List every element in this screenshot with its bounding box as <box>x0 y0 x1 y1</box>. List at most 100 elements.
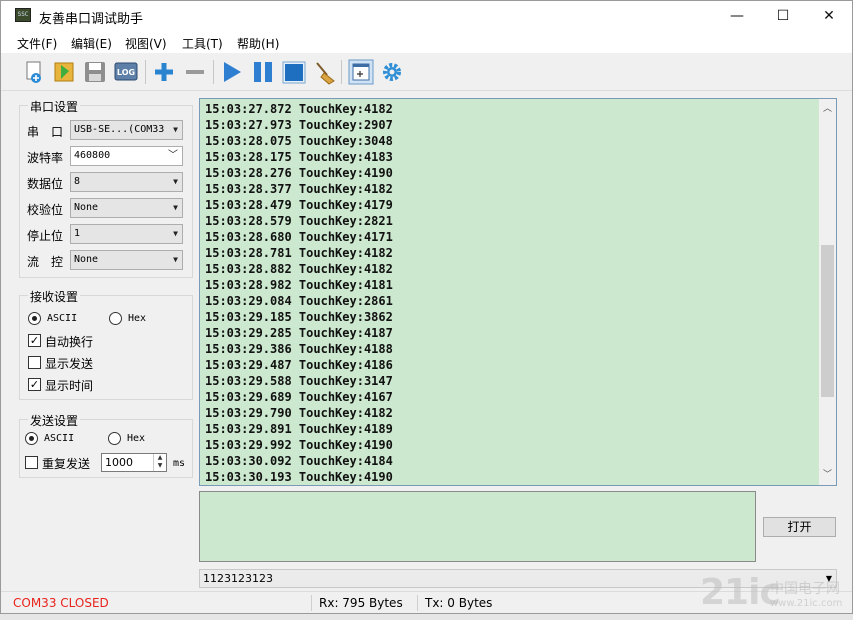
stop-icon[interactable] <box>281 59 307 85</box>
play-icon[interactable] <box>219 59 245 85</box>
auto-newline-checkbox[interactable]: ✓ <box>28 334 41 347</box>
save-icon[interactable] <box>82 59 108 85</box>
receive-line: 15:03:28.579 TouchKey:2821 <box>205 214 393 228</box>
receive-line: 15:03:29.386 TouchKey:4188 <box>205 342 393 356</box>
receive-line: 15:03:28.276 TouchKey:4190 <box>205 166 393 180</box>
repeat-interval-spinner[interactable]: 1000 ▲ ▼ <box>101 453 167 472</box>
status-divider <box>311 595 312 611</box>
chevron-down-icon: ▼ <box>173 255 178 264</box>
toolbar-separator <box>341 60 342 84</box>
settings-gear-icon[interactable] <box>379 59 405 85</box>
log-label: LOG <box>117 68 135 77</box>
maximize-button[interactable]: ☐ <box>760 1 806 31</box>
menu-view[interactable]: 视图(V) <box>125 35 167 52</box>
new-icon[interactable] <box>21 59 47 85</box>
flow-select[interactable]: None ▼ <box>70 250 183 270</box>
status-divider <box>417 595 418 611</box>
send-hex-radio[interactable] <box>108 432 121 445</box>
watermark-site: 中国电子网 <box>770 581 840 597</box>
main-window: SSC 友善串口调试助手 — ☐ ✕ 文件(F) 编辑(E) 视图(V) 工具(… <box>0 0 853 614</box>
open-icon[interactable] <box>51 59 77 85</box>
receive-line: 15:03:27.973 TouchKey:2907 <box>205 118 393 132</box>
flow-value: None <box>74 254 99 265</box>
send-textarea[interactable] <box>199 491 756 562</box>
stopbits-label: 停止位 <box>27 229 64 243</box>
menu-bar: 文件(F) 编辑(E) 视图(V) 工具(T) 帮助(H) <box>1 31 852 53</box>
auto-newline-label: 自动换行 <box>45 335 94 349</box>
chevron-down-icon: ▼ <box>173 177 178 186</box>
receive-hex-radio[interactable] <box>109 312 122 325</box>
show-send-checkbox[interactable] <box>28 356 41 369</box>
chevron-down-icon: ﹀ <box>168 150 178 161</box>
receive-line: 15:03:28.982 TouchKey:4181 <box>205 278 393 292</box>
databits-select[interactable]: 8 ▼ <box>70 172 183 192</box>
toolbar-separator <box>213 60 214 84</box>
receive-line: 15:03:30.193 TouchKey:4190 <box>205 470 393 484</box>
toolbar-separator <box>145 60 146 84</box>
receive-line: 15:03:29.588 TouchKey:3147 <box>205 374 393 388</box>
receive-line: 15:03:28.882 TouchKey:4182 <box>205 262 393 276</box>
title-bar[interactable]: SSC 友善串口调试助手 — ☐ ✕ <box>1 1 852 31</box>
receive-line: 15:03:29.084 TouchKey:2861 <box>205 294 393 308</box>
rx-count: Rx: 795 Bytes <box>319 596 403 610</box>
stopbits-select[interactable]: 1 ▼ <box>70 224 183 244</box>
baud-select[interactable]: 460800 ﹀ <box>70 146 183 166</box>
receive-line: 15:03:29.285 TouchKey:4187 <box>205 326 393 340</box>
receive-line: 15:03:28.377 TouchKey:4182 <box>205 182 393 196</box>
databits-label: 数据位 <box>27 177 64 191</box>
parity-value: None <box>74 202 99 213</box>
receive-line: 15:03:30.092 TouchKey:4184 <box>205 454 393 468</box>
close-button[interactable]: ✕ <box>806 1 852 31</box>
scrollbar-thumb[interactable] <box>821 245 834 397</box>
minimize-button[interactable]: — <box>714 1 760 31</box>
receive-ascii-label: ASCII <box>47 313 78 324</box>
receive-line: 15:03:28.479 TouchKey:4179 <box>205 198 393 212</box>
window-icon[interactable] <box>348 59 374 85</box>
remove-icon[interactable] <box>182 59 208 85</box>
clear-broom-icon[interactable] <box>312 59 338 85</box>
repeat-interval-value: 1000 <box>105 456 133 469</box>
serial-settings-title: 串口设置 <box>28 98 81 115</box>
receive-lines: 15:03:27.872 TouchKey:4182 15:03:27.973 T… <box>205 101 393 485</box>
receive-line: 15:03:27.872 TouchKey:4182 <box>205 102 393 116</box>
show-send-label: 显示发送 <box>45 357 94 371</box>
spinner-arrows-icon[interactable]: ▲ ▼ <box>153 454 166 471</box>
baud-label: 波特率 <box>27 151 64 165</box>
menu-edit[interactable]: 编辑(E) <box>71 35 112 52</box>
menu-tools[interactable]: 工具(T) <box>182 35 223 52</box>
show-time-checkbox[interactable]: ✓ <box>28 378 41 391</box>
receive-line: 15:03:29.992 TouchKey:4190 <box>205 438 393 452</box>
scroll-down-icon[interactable]: ﹀ <box>819 467 836 483</box>
menu-file[interactable]: 文件(F) <box>17 35 57 52</box>
port-select[interactable]: USB-SE...(COM33 ▼ <box>70 120 183 140</box>
send-history-value: 1123123123 <box>203 572 273 585</box>
chevron-down-icon: ▼ <box>173 203 178 212</box>
repeat-send-checkbox[interactable] <box>25 456 38 469</box>
port-status: COM33 CLOSED <box>13 596 109 610</box>
receive-hex-label: Hex <box>128 313 147 324</box>
add-icon[interactable] <box>151 59 177 85</box>
scroll-up-icon[interactable]: ︿ <box>819 101 836 117</box>
baud-value: 460800 <box>74 150 111 161</box>
repeat-send-label: 重复发送 <box>42 457 91 471</box>
receive-settings-title: 接收设置 <box>28 288 81 305</box>
receive-ascii-radio[interactable] <box>28 312 41 325</box>
chevron-down-icon: ▼ <box>173 125 178 134</box>
send-ascii-radio[interactable] <box>25 432 38 445</box>
parity-label: 校验位 <box>27 203 64 217</box>
watermark-logo: 21ic <box>700 572 781 613</box>
show-time-label: 显示时间 <box>45 379 94 393</box>
open-port-button[interactable]: 打开 <box>763 517 836 537</box>
receive-line: 15:03:29.487 TouchKey:4186 <box>205 358 393 372</box>
receive-textarea[interactable]: 15:03:27.872 TouchKey:4182 15:03:27.973 T… <box>199 98 837 486</box>
receive-line: 15:03:28.175 TouchKey:4183 <box>205 150 393 164</box>
parity-select[interactable]: None ▼ <box>70 198 183 218</box>
menu-help[interactable]: 帮助(H) <box>237 35 279 52</box>
pause-icon[interactable] <box>250 59 276 85</box>
send-ascii-label: ASCII <box>44 433 75 444</box>
interval-unit: ms <box>173 458 186 469</box>
chevron-down-icon: ▼ <box>173 229 178 238</box>
receive-scrollbar[interactable]: ︿ ﹀ <box>819 99 836 485</box>
receive-line: 15:03:28.075 TouchKey:3048 <box>205 134 393 148</box>
log-icon[interactable]: LOG <box>113 59 139 85</box>
